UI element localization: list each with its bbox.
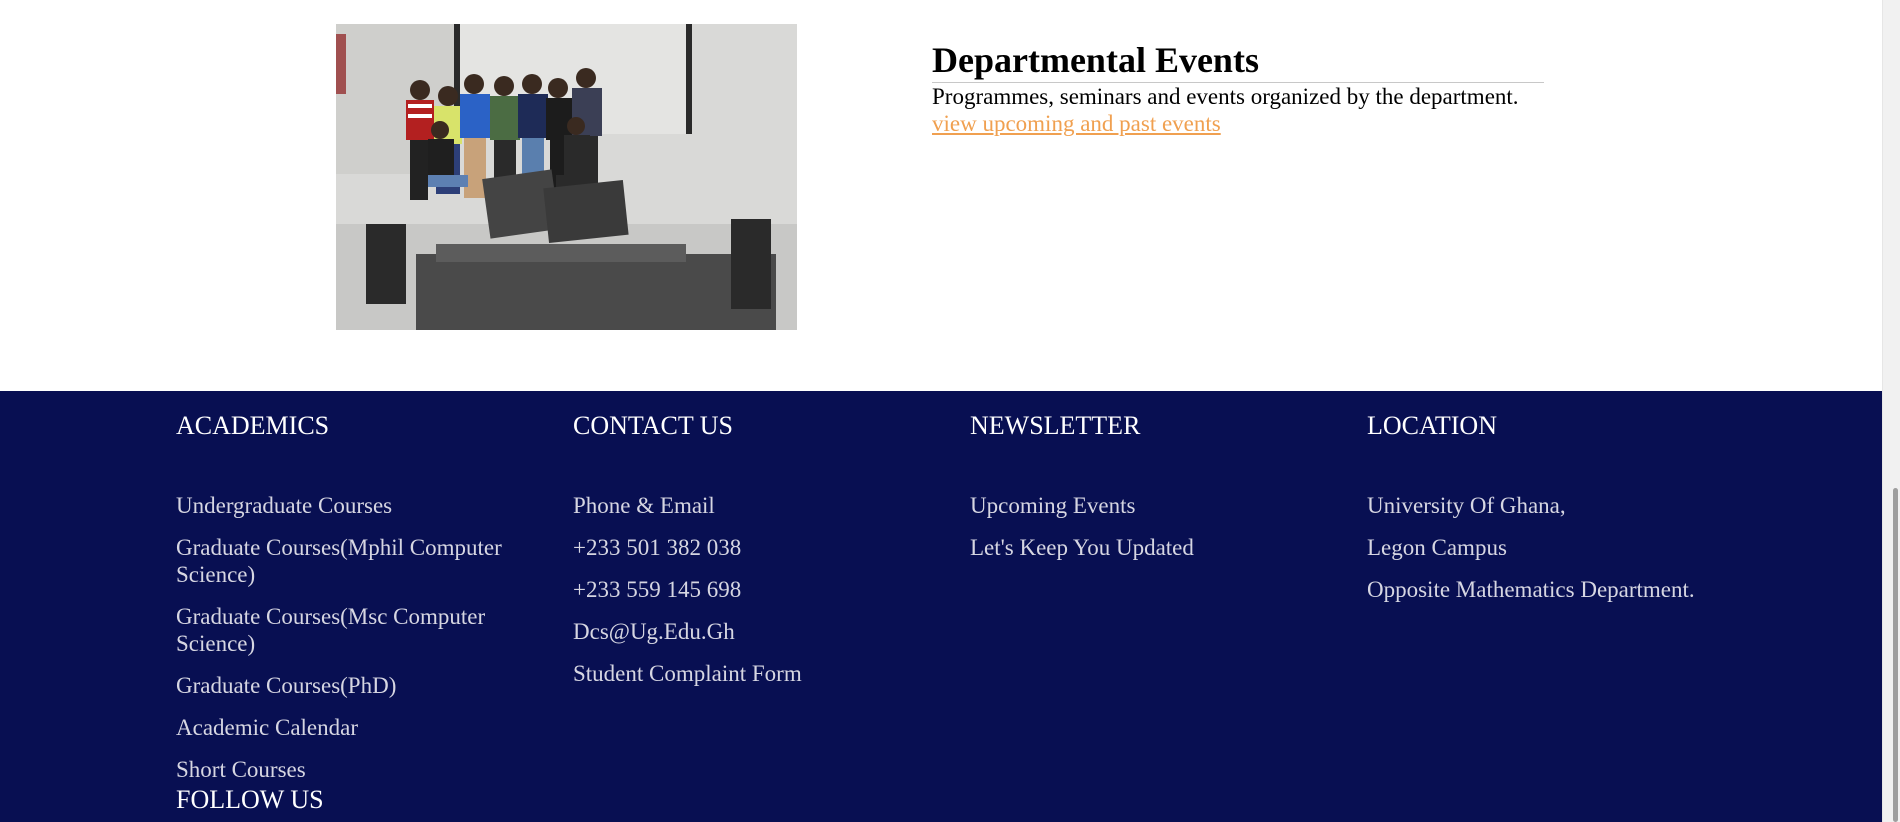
newsletter-upcoming-events[interactable]: Upcoming Events <box>970 492 1194 519</box>
academics-link-phd[interactable]: Graduate Courses(PhD) <box>176 672 546 699</box>
contact-complaint-form[interactable]: Student Complaint Form <box>573 660 802 687</box>
location-list: University Of Ghana, Legon Campus Opposi… <box>1367 492 1695 618</box>
academics-link-calendar[interactable]: Academic Calendar <box>176 714 546 741</box>
newsletter-keep-updated[interactable]: Let's Keep You Updated <box>970 534 1194 561</box>
newsletter-list: Upcoming Events Let's Keep You Updated <box>970 492 1194 576</box>
academics-link-msc[interactable]: Graduate Courses(Msc Computer Science) <box>176 603 546 657</box>
academics-list: Undergraduate Courses Graduate Courses(M… <box>176 492 546 798</box>
contact-phone-email[interactable]: Phone & Email <box>573 492 802 519</box>
events-photo <box>336 24 797 330</box>
academics-link-mphil[interactable]: Graduate Courses(Mphil Computer Science) <box>176 534 546 588</box>
academics-title: ACADEMICS <box>176 411 330 440</box>
events-title: Departmental Events <box>932 38 1544 83</box>
events-description: Programmes, seminars and events organize… <box>932 84 1519 109</box>
contact-title: CONTACT US <box>573 411 733 440</box>
scrollbar-thumb[interactable] <box>1893 488 1898 822</box>
location-line-3[interactable]: Opposite Mathematics Department. <box>1367 576 1695 603</box>
location-line-1[interactable]: University Of Ghana, <box>1367 492 1695 519</box>
academics-link-short-courses[interactable]: Short Courses <box>176 756 546 783</box>
view-events-link[interactable]: view upcoming and past events <box>932 111 1221 136</box>
academics-link-undergraduate[interactable]: Undergraduate Courses <box>176 492 546 519</box>
location-line-2[interactable]: Legon Campus <box>1367 534 1695 561</box>
group-photo-illustration <box>336 24 797 330</box>
contact-email[interactable]: Dcs@Ug.Edu.Gh <box>573 618 802 645</box>
contact-phone-2[interactable]: +233 559 145 698 <box>573 576 802 603</box>
events-section: Departmental Events Programmes, seminars… <box>932 38 1544 137</box>
location-title: LOCATION <box>1367 411 1497 440</box>
contact-phone-1[interactable]: +233 501 382 038 <box>573 534 802 561</box>
vertical-scrollbar[interactable] <box>1882 0 1900 822</box>
contact-list: Phone & Email +233 501 382 038 +233 559 … <box>573 492 802 702</box>
site-footer: ACADEMICS Undergraduate Courses Graduate… <box>0 391 1900 822</box>
follow-us-title: FOLLOW US <box>176 785 324 814</box>
newsletter-title: NEWSLETTER <box>970 411 1141 440</box>
